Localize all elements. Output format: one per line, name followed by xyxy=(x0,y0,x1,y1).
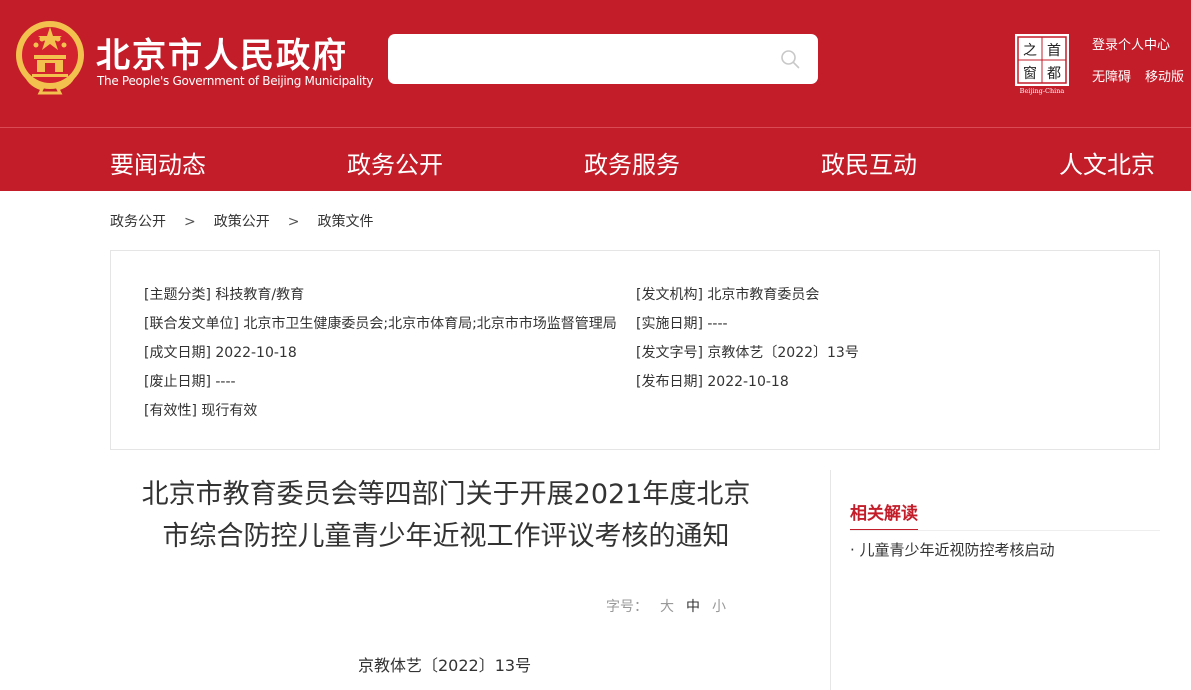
main-nav: 要闻动态 政务公开 政务服务 政民互动 人文北京 xyxy=(0,128,1191,191)
font-size-switcher: 字号： 大中小 xyxy=(606,596,726,616)
breadcrumb-separator: > xyxy=(184,214,196,230)
content-divider xyxy=(830,470,831,690)
svg-text:首: 首 xyxy=(1047,43,1061,59)
search-icon[interactable] xyxy=(780,49,800,69)
accessibility-link[interactable]: 无障碍 xyxy=(1092,66,1131,85)
info-doc-number: [发文字号] 京教体艺〔2022〕13号 xyxy=(636,345,859,361)
login-link[interactable]: 登录个人中心 xyxy=(1092,34,1170,53)
breadcrumb-item-policy-files[interactable]: 政策文件 xyxy=(317,214,373,230)
breadcrumb-item-open-government[interactable]: 政务公开 xyxy=(110,214,166,230)
breadcrumb: 政务公开 > 政策公开 > 政策文件 xyxy=(110,211,387,231)
document-number: 京教体艺〔2022〕13号 xyxy=(358,656,532,675)
font-size-small-button[interactable]: 小 xyxy=(712,599,726,615)
info-issuer: [发文机构] 北京市教育委员会 xyxy=(636,287,820,303)
capital-window-logo[interactable]: 首 都 之 窗 Beijing-China xyxy=(1014,33,1070,95)
font-size-medium-button[interactable]: 中 xyxy=(686,599,700,615)
document-title-line-1: 北京市教育委员会等四部门关于开展2021年度北京 xyxy=(141,479,751,510)
sidebar-divider xyxy=(850,530,1160,531)
site-header: 北京市人民政府 The People's Government of Beiji… xyxy=(0,0,1191,127)
info-repeal-date: [废止日期] ---- xyxy=(144,374,236,390)
svg-text:都: 都 xyxy=(1047,66,1061,82)
site-subtitle: The People's Government of Beijing Munic… xyxy=(97,74,374,88)
document-title-line-2: 市综合防控儿童青少年近视工作评议考核的通知 xyxy=(162,521,730,552)
nav-item-services[interactable]: 政务服务 xyxy=(584,145,680,180)
related-interpretation-title: 相关解读 xyxy=(850,499,918,531)
info-effective-date: [实施日期] ---- xyxy=(636,316,728,332)
info-co-issuers: [联合发文单位] 北京市卫生健康委员会;北京市体育局;北京市市场监督管理局 xyxy=(144,316,617,332)
font-size-large-button[interactable]: 大 xyxy=(660,599,674,615)
font-size-label: 字号： xyxy=(606,599,648,615)
info-written-date: [成文日期] 2022-10-18 xyxy=(144,345,297,361)
breadcrumb-separator: > xyxy=(287,214,300,230)
document-title: 北京市教育委员会等四部门关于开展2021年度北京 市综合防控儿童青少年近视工作评… xyxy=(110,474,782,558)
related-interpretation-link[interactable]: · 儿童青少年近视防控考核启动 xyxy=(850,539,1055,560)
nav-item-culture[interactable]: 人文北京 xyxy=(1059,145,1155,180)
document-info-box: [主题分类] 科技教育/教育 [发文机构] 北京市教育委员会 [联合发文单位] … xyxy=(110,250,1160,450)
breadcrumb-item-policy-open[interactable]: 政策公开 xyxy=(214,214,270,230)
svg-text:Beijing-China: Beijing-China xyxy=(1020,87,1065,95)
mobile-link[interactable]: 移动版 xyxy=(1145,66,1184,85)
svg-text:窗: 窗 xyxy=(1023,65,1037,82)
info-publish-date: [发布日期] 2022-10-18 xyxy=(636,374,789,390)
nav-item-interaction[interactable]: 政民互动 xyxy=(821,145,917,180)
site-title[interactable]: 北京市人民政府 xyxy=(96,28,348,77)
nav-item-open-government[interactable]: 政务公开 xyxy=(347,145,443,180)
national-emblem-icon[interactable] xyxy=(14,19,86,95)
nav-item-news[interactable]: 要闻动态 xyxy=(110,145,206,180)
svg-text:之: 之 xyxy=(1023,43,1037,59)
info-topic: [主题分类] 科技教育/教育 xyxy=(144,287,305,303)
search-input[interactable] xyxy=(388,34,818,84)
info-validity: [有效性] 现行有效 xyxy=(144,403,258,419)
